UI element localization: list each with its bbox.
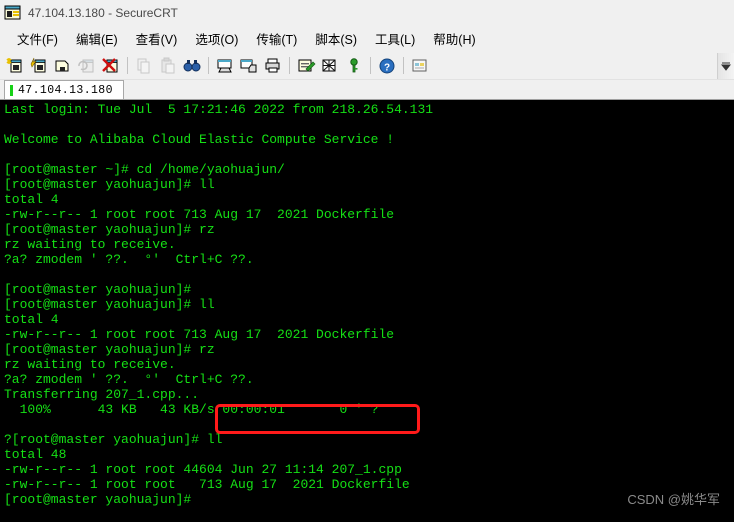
terminal-lines: Last login: Tue Jul 5 17:21:46 2022 from… xyxy=(0,100,734,507)
csdn-watermark: CSDN @姚华军 xyxy=(627,492,720,507)
terminal-line: -rw-r--r-- 1 root root 44604 Jun 27 11:1… xyxy=(4,462,402,477)
toolbar-separator-3 xyxy=(289,57,290,74)
toolbar-separator-2 xyxy=(208,57,209,74)
toolbar-separator-5 xyxy=(403,57,404,74)
terminal-line: Last login: Tue Jul 5 17:21:46 2022 from… xyxy=(4,102,434,117)
terminal-line: [root@master yaohuajun]# xyxy=(4,492,192,507)
print-icon[interactable] xyxy=(261,54,285,78)
securecrt-terminal-icon xyxy=(4,4,22,22)
global-options-icon[interactable] xyxy=(318,54,342,78)
new-session-icon[interactable] xyxy=(3,54,27,78)
copy-icon[interactable] xyxy=(132,54,156,78)
terminal-line: [root@master yaohuajun]# ll xyxy=(4,177,215,192)
log-session-icon[interactable] xyxy=(237,54,261,78)
menu-item-edit[interactable]: 编辑(E) xyxy=(67,27,127,50)
terminal-output-pane[interactable]: Last login: Tue Jul 5 17:21:46 2022 from… xyxy=(0,100,734,522)
print-screen-icon[interactable] xyxy=(213,54,237,78)
toolbar-separator-4 xyxy=(370,57,371,74)
menu-item-tools[interactable]: 工具(L) xyxy=(366,27,424,50)
tab-connection-indicator xyxy=(10,84,13,96)
terminal-line: ?a? zmodem ' ??. °' Ctrl+C ??. xyxy=(4,252,254,267)
help-icon[interactable]: ? xyxy=(375,54,399,78)
menu-item-view[interactable]: 查看(V) xyxy=(127,27,187,50)
terminal-line: [root@master ~]# cd /home/yaohuajun/ xyxy=(4,162,285,177)
terminal-line: -rw-r--r-- 1 root root 713 Aug 17 2021 D… xyxy=(4,207,395,222)
session-options-icon[interactable] xyxy=(294,54,318,78)
terminal-line: ?a? zmodem ' ??. °' Ctrl+C ??. xyxy=(4,372,254,387)
disconnect-icon[interactable] xyxy=(99,54,123,78)
terminal-line: total 48 xyxy=(4,447,67,462)
terminal-line: ?[root@master yaohuajun]# ll xyxy=(4,432,223,447)
terminal-line: rz waiting to receive. xyxy=(4,237,176,252)
svg-text:?: ? xyxy=(384,62,390,73)
reconnect-icon[interactable] xyxy=(75,54,99,78)
connect-local-shell-icon[interactable] xyxy=(51,54,75,78)
terminal-line: Transferring 207_1.cpp... xyxy=(4,387,200,402)
paste-icon[interactable] xyxy=(156,54,180,78)
terminal-line: [root@master yaohuajun]# ll xyxy=(4,297,215,312)
toolbar-separator-1 xyxy=(127,57,128,74)
menu-bar: 文件(F) 编辑(E) 查看(V) 选项(O) 传输(T) 脚本(S) 工具(L… xyxy=(0,25,734,52)
terminal-line: [root@master yaohuajun]# rz xyxy=(4,222,215,237)
tab-strip: 47.104.13.180 xyxy=(0,80,734,100)
tile-windows-icon[interactable] xyxy=(408,54,432,78)
terminal-line: rz waiting to receive. xyxy=(4,357,176,372)
terminal-line: [root@master yaohuajun]# xyxy=(4,282,192,297)
terminal-line: Welcome to Alibaba Cloud Elastic Compute… xyxy=(4,132,395,147)
terminal-line: total 4 xyxy=(4,312,59,327)
find-icon[interactable] xyxy=(180,54,204,78)
connect-icon[interactable] xyxy=(27,54,51,78)
key-icon[interactable] xyxy=(342,54,366,78)
terminal-line: [root@master yaohuajun]# rz xyxy=(4,342,215,357)
terminal-line: -rw-r--r-- 1 root root 713 Aug 17 2021 D… xyxy=(4,327,395,342)
menu-item-options[interactable]: 选项(O) xyxy=(186,27,247,50)
menu-item-script[interactable]: 脚本(S) xyxy=(306,27,366,50)
menu-item-transfer[interactable]: 传输(T) xyxy=(247,27,306,50)
terminal-line: 100% 43 KB 43 KB/s 00:00:01 0 ' ? xyxy=(4,402,379,417)
session-tab-47-104-13-180[interactable]: 47.104.13.180 xyxy=(4,80,124,99)
menu-item-help[interactable]: 帮助(H) xyxy=(424,27,484,50)
toolbar-overflow-chevron[interactable] xyxy=(717,52,734,79)
terminal-line: -rw-r--r-- 1 root root 713 Aug 17 2021 D… xyxy=(4,477,410,492)
toolbar: ? xyxy=(0,52,734,80)
window-title: 47.104.13.180 - SecureCRT xyxy=(28,5,178,20)
tab-label: 47.104.13.180 xyxy=(18,83,113,97)
title-bar: 47.104.13.180 - SecureCRT xyxy=(0,0,734,25)
menu-item-file[interactable]: 文件(F) xyxy=(8,27,67,50)
terminal-line: total 4 xyxy=(4,192,59,207)
